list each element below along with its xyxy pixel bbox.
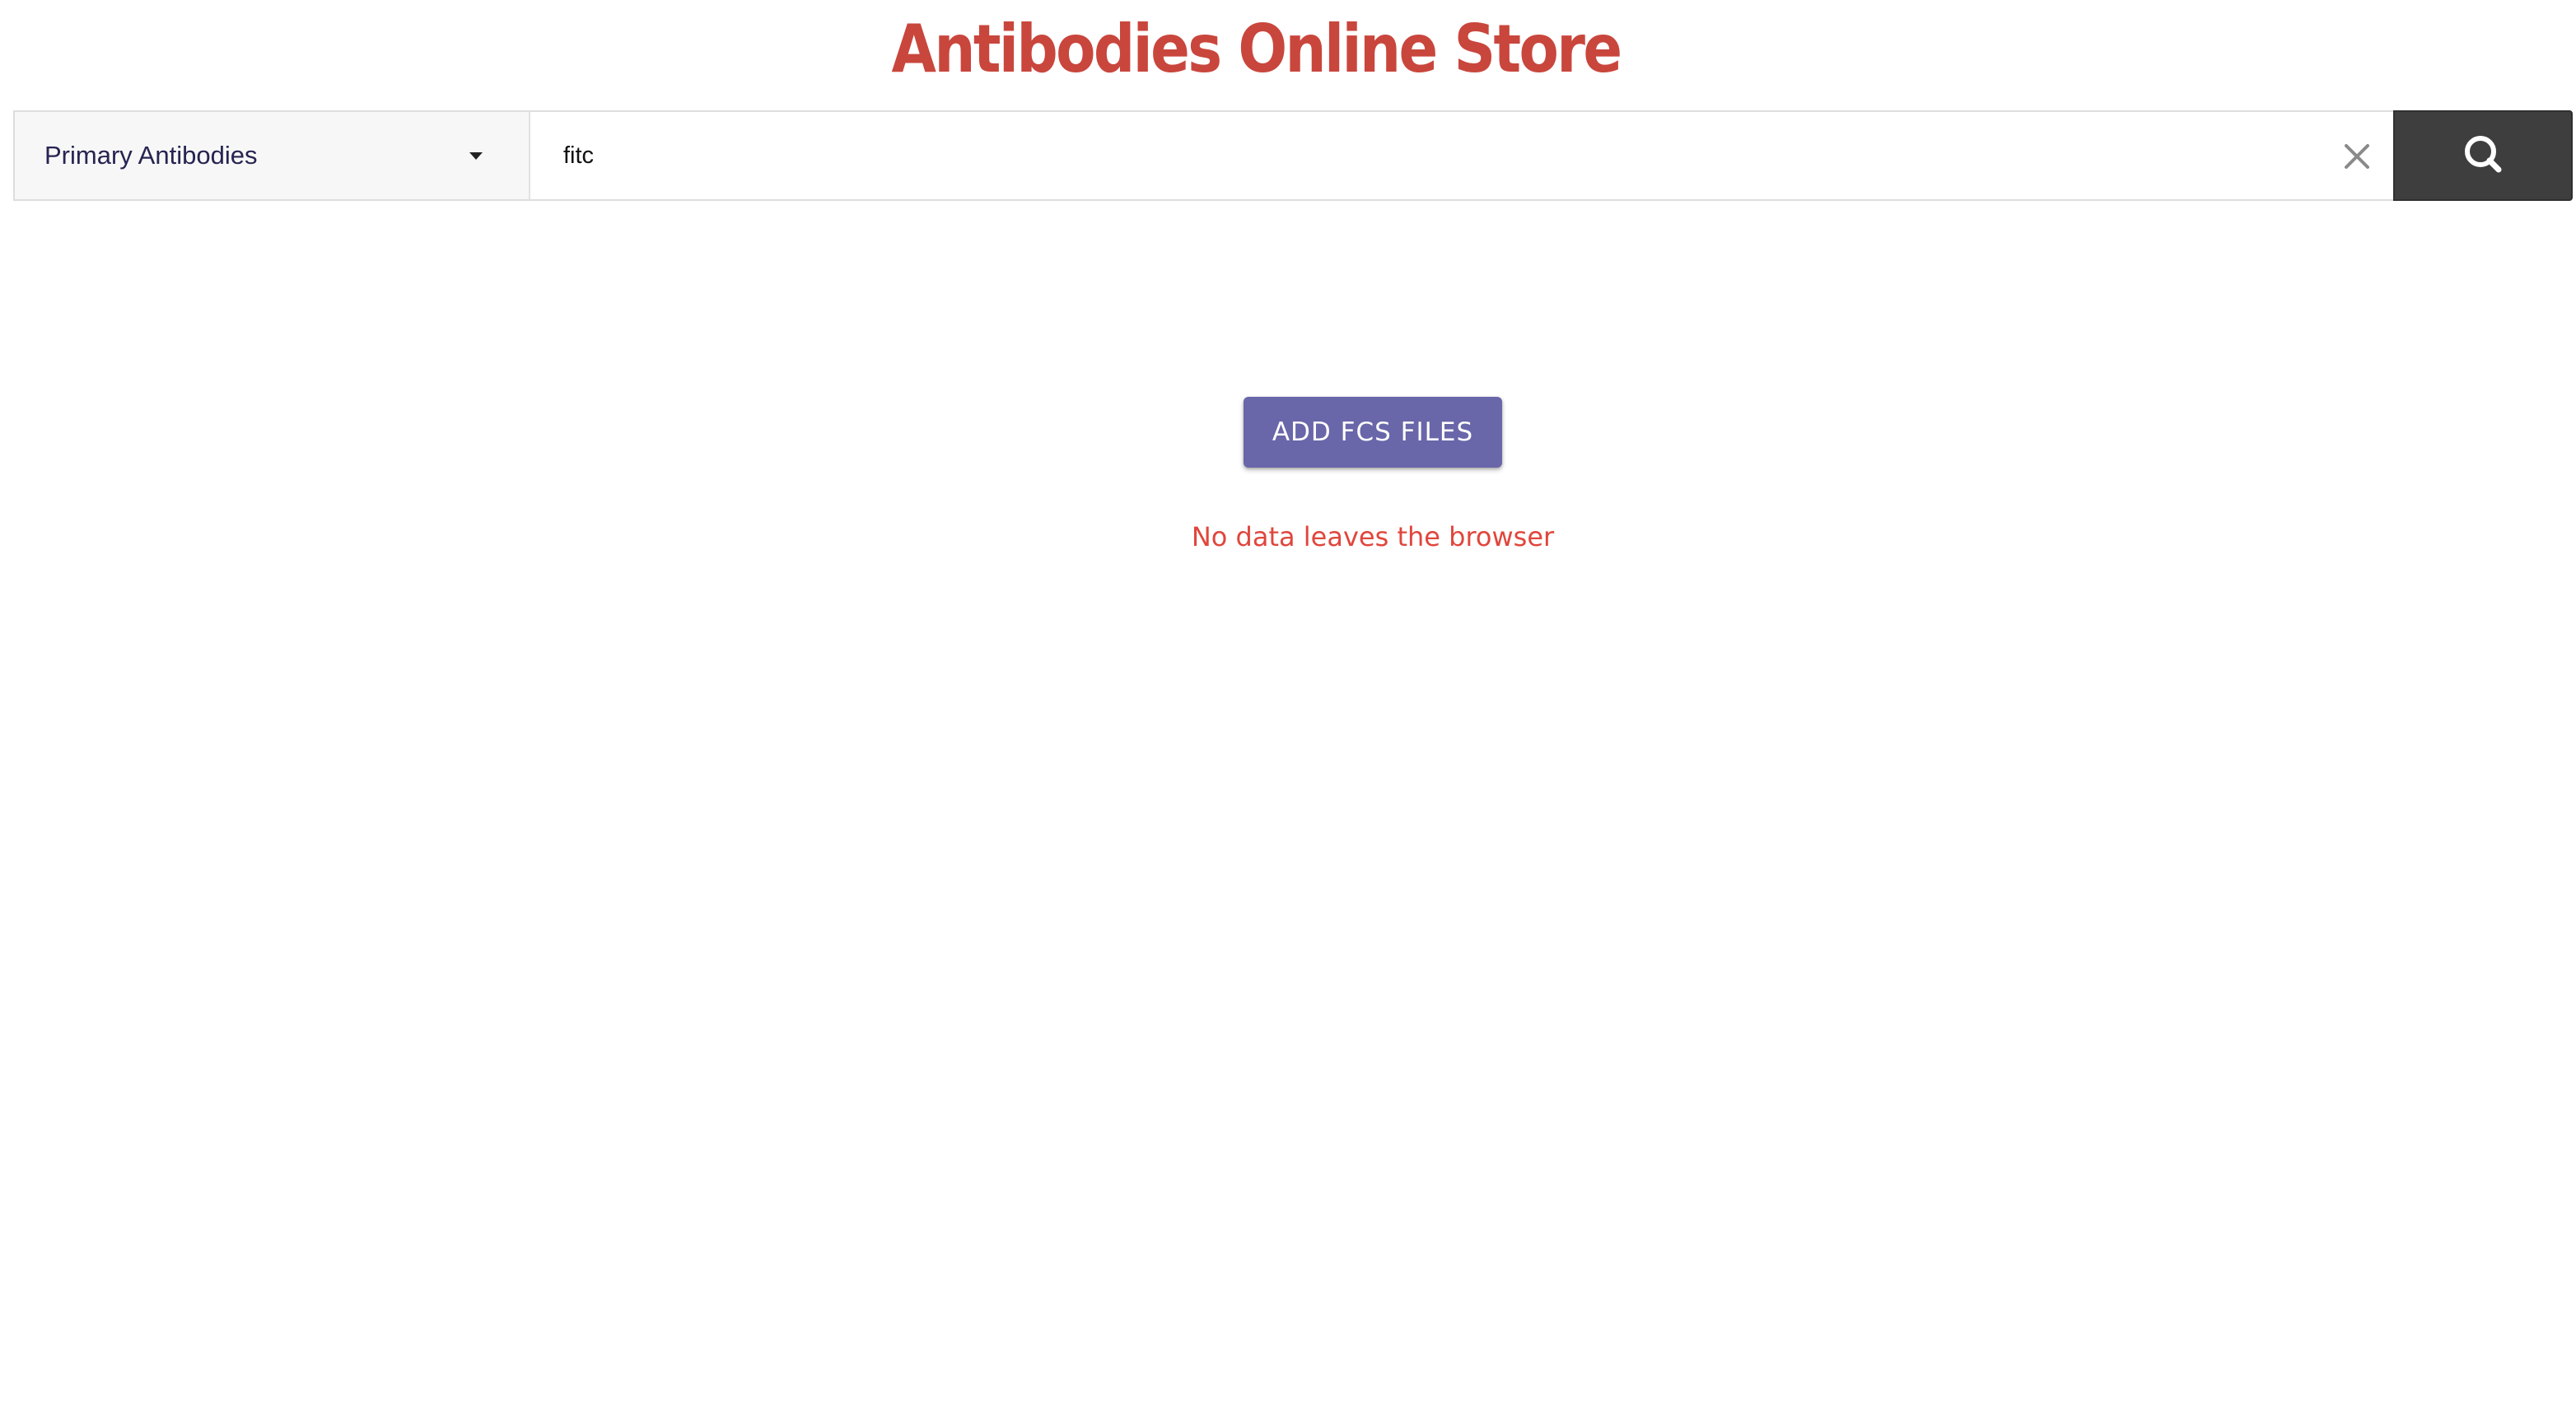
search-icon	[2460, 131, 2506, 181]
privacy-note: No data leaves the browser	[1191, 521, 1555, 552]
search-field	[530, 110, 2393, 201]
category-dropdown[interactable]: Primary Antibodies	[13, 110, 530, 201]
caret-down-icon	[469, 152, 483, 160]
page-title: Antibodies Online Store	[891, 10, 1623, 87]
search-button[interactable]	[2393, 110, 2573, 201]
search-bar: Primary Antibodies	[13, 110, 2573, 201]
add-fcs-files-button[interactable]: ADD FCS FILES	[1244, 397, 1502, 468]
close-icon[interactable]	[2339, 138, 2375, 175]
category-selected-value: Primary Antibodies	[44, 141, 258, 170]
search-input[interactable]	[563, 112, 2293, 199]
